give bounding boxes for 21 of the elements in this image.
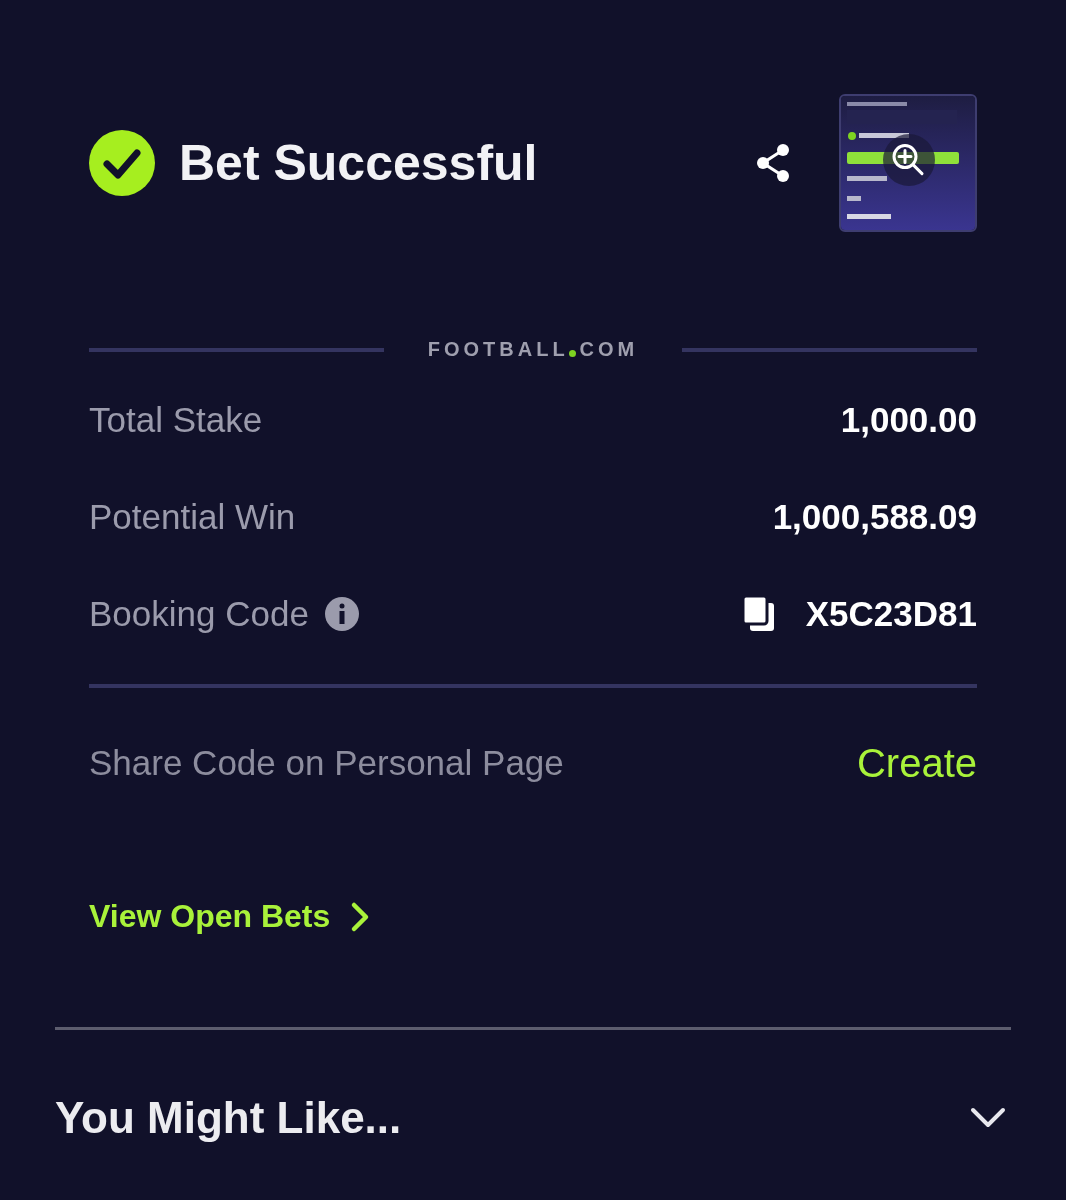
detail-value: 1,000.00 bbox=[840, 399, 977, 440]
detail-value: X5C23D81 bbox=[805, 593, 977, 634]
copy-icon[interactable] bbox=[741, 594, 776, 633]
logo-text: COM bbox=[579, 338, 639, 361]
detail-value: 1,000,588.09 bbox=[772, 496, 977, 537]
chevron-right-icon bbox=[350, 900, 371, 933]
section-title: You Might Like... bbox=[55, 1093, 402, 1143]
share-icon[interactable] bbox=[755, 143, 791, 183]
create-button[interactable]: Create bbox=[856, 740, 977, 786]
logo-text: FOOTBALL bbox=[427, 338, 569, 361]
detail-label: Booking Code bbox=[89, 593, 309, 634]
share-code-label: Share Code on Personal Page bbox=[89, 743, 564, 783]
zoom-icon[interactable] bbox=[891, 142, 925, 177]
chevron-icon[interactable] bbox=[970, 1107, 1006, 1129]
view-open-bets-link[interactable]: View Open Bets bbox=[89, 898, 371, 935]
detail-label: Total Stake bbox=[89, 399, 263, 440]
detail-label: Potential Win bbox=[89, 496, 296, 537]
logo-dot-icon bbox=[568, 350, 576, 357]
info-icon[interactable] bbox=[324, 596, 359, 631]
page-title: Bet Successful bbox=[179, 134, 539, 192]
success-check-icon bbox=[89, 130, 155, 196]
